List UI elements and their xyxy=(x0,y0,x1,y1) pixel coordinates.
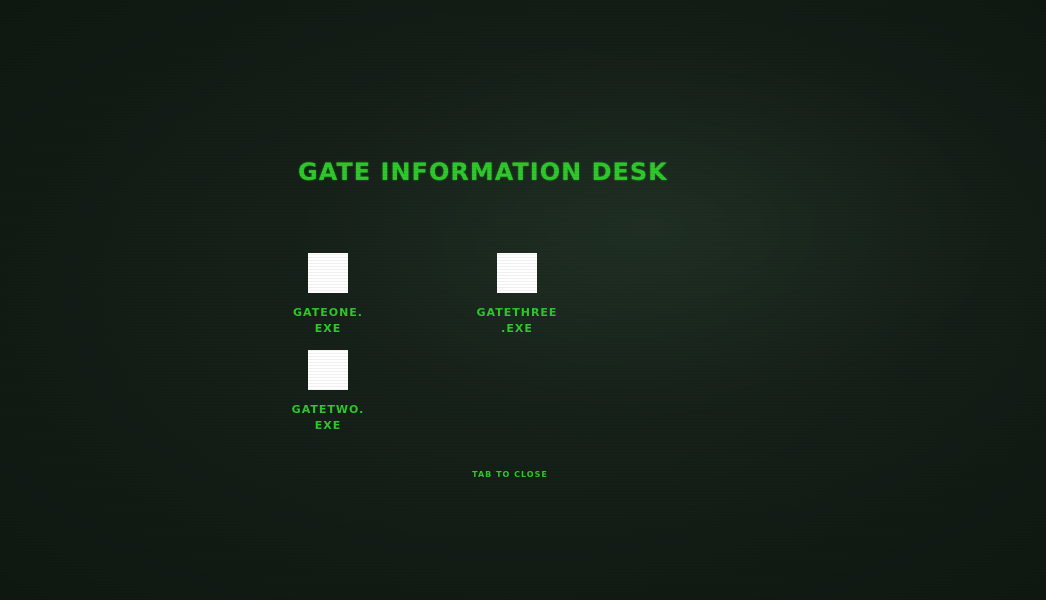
file-gateone[interactable]: GATEONE. EXE xyxy=(273,253,383,337)
file-label-gatethree: GATETHREE .EXE xyxy=(476,306,558,335)
file-icon[interactable] xyxy=(497,253,537,293)
close-hint: TAB TO CLOSE xyxy=(472,470,548,479)
file-icon[interactable] xyxy=(308,350,348,390)
file-label-gatetwo: GATETWO. EXE xyxy=(291,403,365,432)
file-icon[interactable] xyxy=(308,253,348,293)
page-title: GATE INFORMATION DESK xyxy=(298,158,668,186)
file-gatethree[interactable]: GATETHREE .EXE xyxy=(462,253,572,337)
terminal-screen: GATE INFORMATION DESK GATEONE. EXE GATET… xyxy=(0,0,1046,600)
file-label-gateone: GATEONE. EXE xyxy=(293,306,363,335)
file-gatetwo[interactable]: GATETWO. EXE xyxy=(273,350,383,434)
